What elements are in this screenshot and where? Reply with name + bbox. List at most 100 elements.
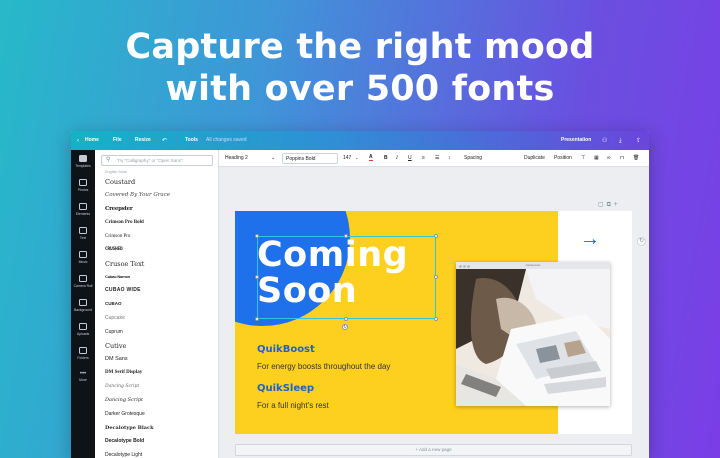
paint-format-icon[interactable]: ⊤ [581, 155, 585, 161]
product1-name[interactable]: QuikBoost [257, 344, 315, 355]
font-panel: ⚲ Try "Calligraphy" or "Open Sans" Engli… [95, 150, 219, 458]
font-item[interactable]: Crimson Pro [105, 234, 130, 239]
link-icon[interactable]: ∞ [607, 155, 611, 161]
font-item[interactable]: Dancing Script [105, 397, 143, 403]
menu-tools[interactable]: Tools [185, 137, 198, 143]
spacing-button[interactable]: Spacing [464, 155, 482, 161]
font-item[interactable]: Coustard [105, 178, 135, 186]
page-controls: ▢⧉+ [598, 201, 620, 209]
resize-handle[interactable] [434, 275, 438, 279]
back-chevron-icon[interactable]: ‹ [77, 137, 79, 145]
share-icon[interactable]: ⚇ [602, 137, 607, 145]
font-size-select[interactable]: 147 [343, 155, 351, 161]
font-item[interactable]: Decalotype Black [105, 425, 154, 431]
rail-label: Background [73, 308, 93, 312]
font-item[interactable]: Cuprum [105, 329, 123, 335]
menu-file[interactable]: File [113, 137, 122, 143]
resize-handle[interactable] [255, 317, 259, 321]
menu-bar: ‹ Home File Resize ↶ Tools All changes s… [71, 131, 649, 150]
line-height-icon[interactable]: ↕ [448, 155, 451, 161]
rail-item-uploads[interactable]: Uploads [71, 323, 95, 336]
search-placeholder: Try "Calligraphy" or "Open Sans" [117, 158, 183, 163]
camera-roll-icon [79, 275, 87, 282]
resize-handle[interactable] [344, 317, 348, 321]
upload-icon[interactable]: ⇪ [636, 137, 641, 145]
text-toolbar: Heading 2 ⌄ Poppins Bold 147 ⌄ A B I U ≡… [219, 150, 649, 167]
font-item[interactable]: Cutive [105, 342, 126, 350]
more-icon: ••• [79, 371, 87, 377]
font-search-input[interactable]: ⚲ Try "Calligraphy" or "Open Sans" [101, 155, 213, 166]
side-rail: Templates Photos Elements Text Music Cam… [71, 150, 95, 458]
font-item[interactable]: CUBAO WIDE [105, 287, 141, 293]
resize-handle[interactable] [434, 234, 438, 238]
comment-icon[interactable]: ▢ [598, 202, 607, 208]
font-item[interactable]: Covered By Your Grace [105, 192, 170, 198]
templates-icon [79, 155, 87, 162]
rail-label: Photos [77, 188, 89, 192]
add-page-button[interactable]: + Add a new page [235, 444, 632, 456]
rail-item-music[interactable]: Music [71, 251, 95, 264]
menu-resize[interactable]: Resize [135, 137, 151, 143]
font-item[interactable]: Crusoe Text [105, 260, 144, 268]
duplicate-button[interactable]: Duplicate [524, 155, 545, 161]
lock-icon[interactable]: ⊓ [620, 155, 624, 161]
rail-label: Templates [75, 164, 91, 168]
resize-handle[interactable] [255, 275, 259, 279]
resize-handle[interactable] [434, 317, 438, 321]
rail-item-more[interactable]: ••• More [71, 371, 95, 382]
rail-item-background[interactable]: Background [71, 299, 95, 312]
product2-name[interactable]: QuikSleep [257, 383, 314, 394]
rail-item-elements[interactable]: Elements [71, 203, 95, 216]
resize-handle[interactable] [255, 234, 259, 238]
font-item[interactable]: Cupcake [105, 315, 125, 321]
search-icon: ⚲ [106, 157, 111, 163]
bold-icon[interactable]: B [384, 155, 388, 161]
font-item[interactable]: Dancing Script [105, 384, 139, 389]
chevron-down-icon[interactable]: ⌄ [355, 155, 358, 160]
newspaper-photo [456, 269, 610, 406]
presentation-button[interactable]: Presentation [561, 137, 591, 143]
product1-desc[interactable]: For energy boosts throughout the day [257, 362, 390, 371]
download-icon[interactable]: ⤓ [619, 137, 622, 145]
rail-item-templates[interactable]: Templates [71, 155, 95, 168]
window-dots-icon [459, 264, 471, 268]
font-item[interactable]: DM Sans [105, 356, 128, 362]
font-item[interactable]: DM Serif Display [105, 370, 142, 375]
transparency-icon[interactable]: ▦ [594, 155, 599, 161]
position-button[interactable]: Position [554, 155, 572, 161]
font-item[interactable]: Decalotype Bold [105, 438, 144, 444]
underline-icon[interactable]: U [408, 155, 412, 161]
add-page-icon[interactable]: + [614, 202, 621, 208]
rail-item-photos[interactable]: Photos [71, 179, 95, 192]
rail-item-camera-roll[interactable]: Camera Roll [71, 275, 95, 288]
rotate-handle-icon[interactable]: ↻ [342, 324, 348, 330]
font-item[interactable]: Darker Grotesque [105, 411, 145, 417]
list-icon[interactable]: ☰ [435, 155, 439, 161]
chevron-down-icon[interactable]: ⌄ [271, 155, 275, 161]
font-item[interactable]: Decalotype Light [105, 452, 142, 458]
browser-url: canva.com [525, 263, 541, 267]
align-icon[interactable]: ≡ [422, 155, 425, 161]
headline: Capture the right mood with over 500 fon… [0, 26, 720, 110]
copy-page-icon[interactable]: ⧉ [607, 202, 614, 208]
trash-icon[interactable]: 🗑 [633, 155, 639, 161]
menu-home[interactable]: Home [85, 137, 99, 143]
selection-box[interactable] [255, 234, 438, 321]
font-family-select[interactable]: Poppins Bold [282, 153, 338, 164]
browser-photo-frame[interactable]: canva.com [456, 262, 610, 406]
text-style-select[interactable]: Heading 2 [225, 155, 248, 161]
font-item[interactable]: Cubao Narrow [105, 274, 130, 279]
font-item[interactable]: CRUSHED [105, 247, 123, 252]
arrow-right-icon[interactable]: → [580, 229, 600, 249]
product2-desc[interactable]: For a full night's rest [257, 401, 329, 410]
resize-handle[interactable] [344, 234, 348, 238]
rail-item-folders[interactable]: Folders [71, 347, 95, 360]
refresh-icon[interactable]: ↻ [637, 237, 646, 246]
font-item[interactable]: CUBAO [105, 301, 122, 306]
undo-icon[interactable]: ↶ [162, 137, 167, 145]
font-item[interactable]: Crimson Pro Bold [105, 220, 144, 225]
font-item[interactable]: Creepster [105, 206, 133, 212]
rail-item-text[interactable]: Text [71, 227, 95, 240]
text-color-icon[interactable]: A [369, 155, 373, 161]
italic-icon[interactable]: I [396, 155, 398, 161]
